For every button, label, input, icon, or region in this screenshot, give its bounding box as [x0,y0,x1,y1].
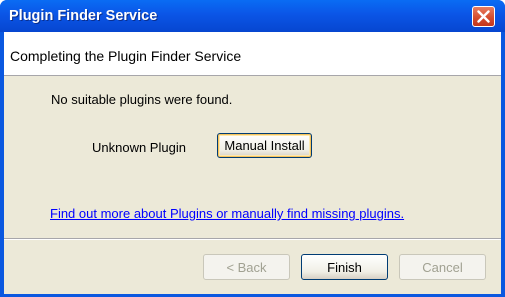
wizard-header: Completing the Plugin Finder Service [4,32,501,76]
close-x-icon [477,10,490,23]
dialog-body: Completing the Plugin Finder Service No … [4,32,501,294]
result-message: No suitable plugins were found. [51,92,233,107]
plugin-name-label: Unknown Plugin [92,140,186,155]
manual-install-button[interactable]: Manual Install [217,133,312,158]
dialog-window: Plugin Finder Service Completing the Plu… [0,0,505,297]
finish-button[interactable]: Finish [301,254,388,280]
plugins-help-link[interactable]: Find out more about Plugins or manually … [50,206,404,221]
title-bar[interactable]: Plugin Finder Service [0,0,505,32]
cancel-button[interactable]: Cancel [399,254,486,280]
back-button[interactable]: < Back [203,254,290,280]
close-button[interactable] [472,6,495,27]
footer-separator [4,238,501,240]
wizard-page-title: Completing the Plugin Finder Service [10,48,242,64]
window-title: Plugin Finder Service [9,8,158,24]
